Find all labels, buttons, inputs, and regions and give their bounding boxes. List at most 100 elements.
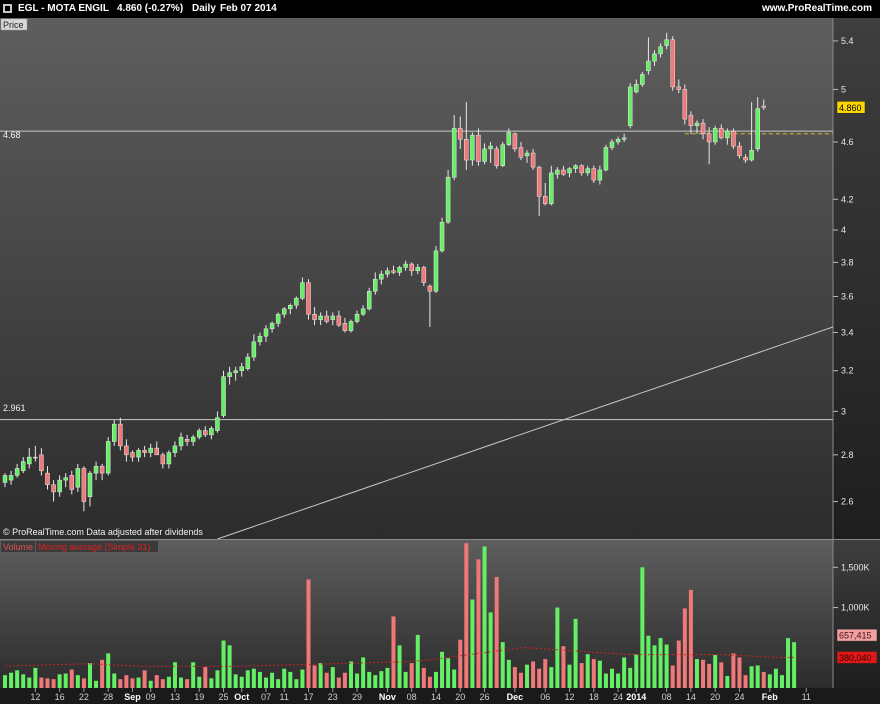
volume-bar[interactable] xyxy=(688,589,693,688)
candle[interactable] xyxy=(433,246,439,293)
volume-bar[interactable] xyxy=(597,660,602,688)
candle[interactable] xyxy=(731,128,736,149)
volume-bar[interactable] xyxy=(755,665,760,688)
volume-bar[interactable] xyxy=(288,671,293,688)
volume-bar[interactable] xyxy=(264,677,269,688)
candle[interactable] xyxy=(439,217,445,253)
volume-bar[interactable] xyxy=(373,675,378,688)
volume-bar[interactable] xyxy=(446,658,451,688)
volume-bar[interactable] xyxy=(154,675,159,688)
volume-bar[interactable] xyxy=(713,655,718,688)
volume-bar[interactable] xyxy=(94,680,99,688)
volume-bar[interactable] xyxy=(15,670,20,688)
volume-bar[interactable] xyxy=(348,661,353,688)
volume-bar[interactable] xyxy=(549,667,554,688)
volume-bar[interactable] xyxy=(51,679,56,688)
volume-bar[interactable] xyxy=(166,676,171,688)
volume-bar[interactable] xyxy=(409,663,414,688)
volume-bar[interactable] xyxy=(622,657,627,688)
candle[interactable] xyxy=(500,141,505,168)
volume-bar[interactable] xyxy=(355,673,360,688)
volume-bar[interactable] xyxy=(306,579,311,688)
volume-bar[interactable] xyxy=(251,668,256,688)
volume-bar[interactable] xyxy=(130,678,135,688)
volume-bar[interactable] xyxy=(682,608,687,688)
volume-bar[interactable] xyxy=(69,669,74,689)
candle[interactable] xyxy=(221,370,226,418)
volume-bar[interactable] xyxy=(160,679,165,688)
candle[interactable] xyxy=(627,83,633,129)
volume-bar[interactable] xyxy=(482,546,487,688)
volume-bar[interactable] xyxy=(470,599,475,688)
candle[interactable] xyxy=(366,287,372,311)
volume-bar[interactable] xyxy=(725,675,730,688)
volume-bar[interactable] xyxy=(312,665,317,688)
volume-bar[interactable] xyxy=(203,667,208,688)
volume-bar[interactable] xyxy=(9,672,14,688)
volume-bar[interactable] xyxy=(197,676,202,688)
candle[interactable] xyxy=(105,437,111,476)
volume-bar[interactable] xyxy=(57,674,62,688)
volume-bar[interactable] xyxy=(415,634,420,688)
volume-bar[interactable] xyxy=(112,673,117,688)
volume-bar[interactable] xyxy=(440,651,445,688)
volume-bar[interactable] xyxy=(767,674,772,688)
volume-bar[interactable] xyxy=(628,667,633,688)
volume-bar[interactable] xyxy=(664,644,669,688)
volume-bar[interactable] xyxy=(603,673,608,688)
volume-bar[interactable] xyxy=(512,667,517,688)
volume-bar[interactable] xyxy=(458,639,463,688)
volume-bar[interactable] xyxy=(433,671,438,688)
volume-bar[interactable] xyxy=(452,669,457,689)
volume-bar[interactable] xyxy=(427,676,432,688)
volume-bar[interactable] xyxy=(634,654,639,688)
volume-bar[interactable] xyxy=(124,675,129,688)
volume-bar[interactable] xyxy=(324,672,329,688)
volume-bar[interactable] xyxy=(494,577,499,688)
volume-bar[interactable] xyxy=(45,678,50,688)
volume-bar[interactable] xyxy=(779,675,784,688)
candle[interactable] xyxy=(512,132,518,152)
volume-bar[interactable] xyxy=(555,607,560,688)
volume-bar[interactable] xyxy=(525,664,530,688)
volume-bar[interactable] xyxy=(531,661,536,688)
volume-bar[interactable] xyxy=(330,667,335,688)
volume-bar[interactable] xyxy=(737,657,742,688)
volume-bar[interactable] xyxy=(573,618,578,688)
volume-bar[interactable] xyxy=(385,667,390,688)
candle[interactable] xyxy=(306,279,311,320)
volume-bar[interactable] xyxy=(676,640,681,688)
volume-bar[interactable] xyxy=(336,677,341,688)
volume-bar[interactable] xyxy=(21,674,26,688)
volume-bar[interactable] xyxy=(379,671,384,688)
candle[interactable] xyxy=(670,36,675,91)
volume-bar[interactable] xyxy=(403,671,408,688)
volume-bar[interactable] xyxy=(245,670,250,688)
volume-bar[interactable] xyxy=(616,673,621,688)
volume-bar[interactable] xyxy=(300,669,305,689)
volume-bar[interactable] xyxy=(148,680,153,688)
volume-bar[interactable] xyxy=(658,638,663,688)
volume-bar[interactable] xyxy=(391,616,396,688)
volume-bar[interactable] xyxy=(537,668,542,688)
volume-bar[interactable] xyxy=(731,653,736,688)
volume-bar[interactable] xyxy=(646,635,651,688)
volume-bar[interactable] xyxy=(518,672,523,688)
volume-bar[interactable] xyxy=(567,664,572,688)
volume-bar[interactable] xyxy=(63,673,68,688)
volume-bar[interactable] xyxy=(87,663,92,688)
volume-bar[interactable] xyxy=(694,659,699,688)
volume-bar[interactable] xyxy=(719,662,724,688)
volume-bar[interactable] xyxy=(276,679,281,688)
candle[interactable] xyxy=(712,125,718,145)
volume-bar[interactable] xyxy=(397,645,402,688)
volume-bar[interactable] xyxy=(209,678,214,688)
volume-bar[interactable] xyxy=(707,663,712,688)
volume-bar[interactable] xyxy=(233,674,238,688)
candle[interactable] xyxy=(682,84,688,125)
volume-bar[interactable] xyxy=(792,642,797,688)
volume-bar[interactable] xyxy=(701,659,706,688)
volume-bar[interactable] xyxy=(670,665,675,688)
volume-bar[interactable] xyxy=(118,679,123,688)
volume-bar[interactable] xyxy=(652,645,657,688)
